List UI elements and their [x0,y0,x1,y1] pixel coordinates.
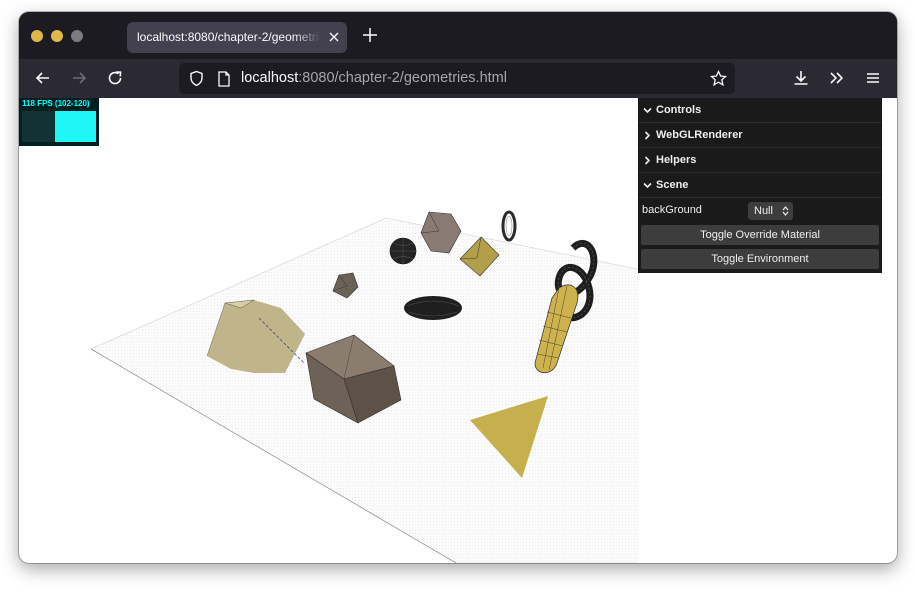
folder-controls[interactable]: Controls [638,98,882,123]
reload-icon[interactable] [105,68,125,88]
page-content: 118 FPS (102-120) Controls WebGLRenderer… [19,98,897,563]
fps-graph-bar [55,111,96,142]
fps-graph [22,111,96,142]
tab-title: localhost:8080/chapter-2/geometries.html [137,30,321,44]
folder-helpers[interactable]: Helpers [638,148,882,173]
webgl-canvas[interactable] [19,98,638,563]
chevron-down-icon [643,182,652,189]
hamburger-menu-icon[interactable] [863,68,883,88]
download-icon[interactable] [791,68,811,88]
url-bar[interactable]: localhost:8080/chapter-2/geometries.html [179,63,735,94]
sphere-wireframe [389,237,417,265]
fps-readout: 118 FPS (102-120) [22,99,90,108]
forward-icon[interactable] [69,68,89,88]
close-window-button[interactable] [31,30,43,42]
browser-window: localhost:8080/chapter-2/geometries.html [19,12,897,563]
folder-webgl-label: WebGLRenderer [656,129,743,141]
chevron-down-icon [643,107,652,114]
shield-icon[interactable] [188,70,205,87]
page-icon[interactable] [217,71,231,87]
background-label: backGround [642,204,702,216]
bookmark-star-icon[interactable] [710,70,727,87]
folder-helpers-label: Helpers [656,154,697,166]
new-tab-icon[interactable] [361,26,379,44]
toggle-environment-button[interactable]: Toggle Environment [641,249,879,269]
chevron-right-icon [644,156,651,165]
maximize-window-button[interactable] [71,30,83,42]
toggle-override-material-button[interactable]: Toggle Override Material [641,225,879,245]
folder-scene-label: Scene [656,179,689,191]
stats-panel[interactable]: 118 FPS (102-120) [19,98,99,146]
background-row: backGround Null [638,198,882,223]
circle-disc-geometry [404,296,462,320]
folder-scene[interactable]: Scene [638,173,882,198]
chevron-right-icon [644,131,651,140]
url-path: :8080/chapter-2/geometries.html [298,70,507,86]
background-select[interactable]: Null [748,202,793,220]
minimize-window-button[interactable] [51,30,63,42]
select-arrows-icon [782,206,789,216]
gui-controls-panel: Controls WebGLRenderer Helpers Scene bac… [638,98,882,273]
tab-active[interactable]: localhost:8080/chapter-2/geometries.html [127,22,347,53]
close-tab-icon[interactable] [327,30,341,44]
url-host: localhost [241,70,299,86]
nav-toolbar: localhost:8080/chapter-2/geometries.html [19,59,897,98]
url-text: localhost:8080/chapter-2/geometries.html [241,63,507,94]
overflow-menu-icon[interactable] [827,68,847,88]
tab-bar: localhost:8080/chapter-2/geometries.html [19,12,897,59]
torus-ring-wireframe [501,210,517,242]
background-select-value: Null [754,205,773,217]
folder-webgl-renderer[interactable]: WebGLRenderer [638,123,882,148]
back-icon[interactable] [33,68,53,88]
folder-controls-label: Controls [656,104,702,116]
